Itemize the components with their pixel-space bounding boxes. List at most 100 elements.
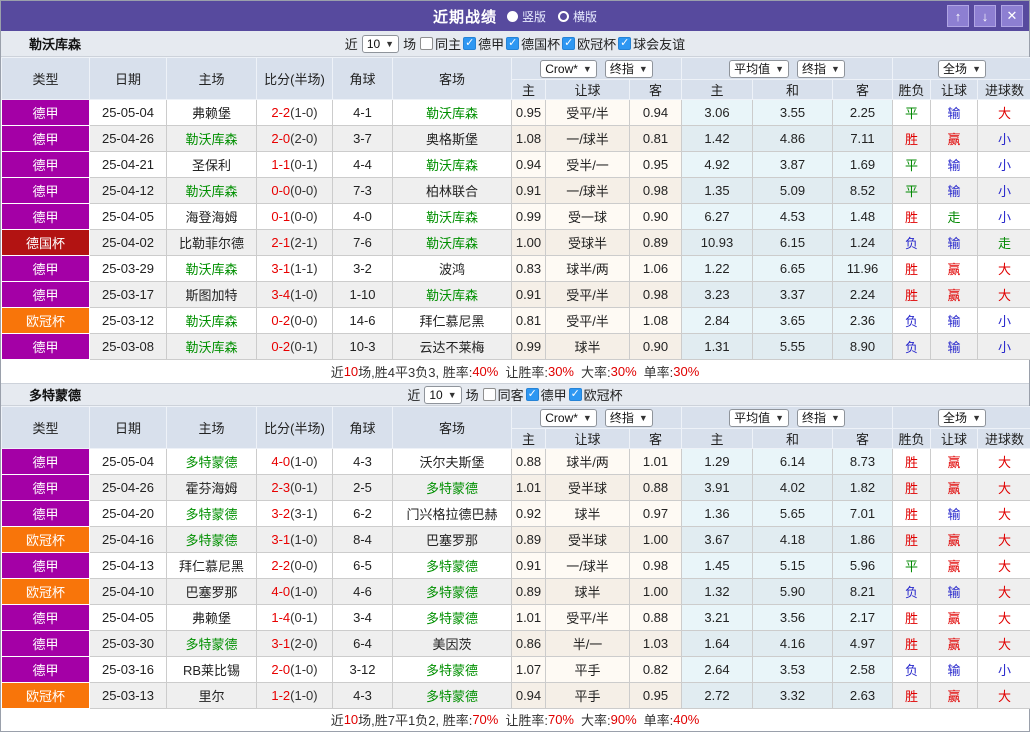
avg-draw-odds: 6.15 (752, 229, 833, 256)
avg-home-odds: 10.93 (681, 229, 753, 256)
bookmaker-select[interactable]: Crow* ▼ (540, 59, 597, 78)
result-goals: 大 (977, 604, 1030, 631)
competition-badge: 德甲 (1, 604, 90, 631)
avg-draw-odds: 3.87 (752, 151, 833, 178)
halftime-score: (0-1) (290, 157, 318, 172)
crow-handicap: 球半/两 (545, 448, 630, 475)
home-team: 勒沃库森 (166, 255, 257, 282)
scope-select[interactable]: 全场 ▼ (938, 59, 986, 78)
average-select[interactable]: 平均值 ▼ (729, 59, 789, 78)
match-date: 25-04-20 (89, 500, 167, 527)
filter-checkbox[interactable]: 德国杯 (506, 34, 560, 53)
filter-checkbox[interactable]: 欧冠杯 (562, 34, 616, 53)
match-date: 25-03-13 (89, 682, 167, 709)
avg-away-odds: 7.11 (831, 125, 894, 152)
home-team: 勒沃库森 (166, 125, 257, 152)
crow-away-odds: 1.08 (629, 307, 682, 334)
filter-checkbox[interactable]: 欧冠杯 (568, 385, 623, 404)
average-select-value: 平均值 (734, 411, 771, 425)
halftime-score: (0-1) (290, 610, 318, 625)
result-wdl: 平 (892, 99, 932, 126)
match-row: 欧冠杯 25-04-10 巴塞罗那 4-0(1-0) 4-6 多特蒙德 0.89… (1, 578, 1030, 605)
move-up-button[interactable]: ↑ (947, 5, 969, 27)
col-header-away: 客场 (392, 406, 512, 449)
checkbox-icon (562, 36, 576, 50)
filter-checkbox[interactable]: 同主 (420, 34, 461, 53)
move-down-button[interactable]: ↓ (974, 5, 996, 27)
match-date: 25-03-16 (89, 656, 167, 683)
odds-stage-select[interactable]: 终指 ▼ (604, 408, 653, 427)
titlebar-center: 近期战绩 竖版 横版 (1, 6, 1029, 27)
close-button[interactable]: ✕ (1001, 5, 1023, 27)
competition-badge: 欧冠杯 (1, 307, 90, 334)
match-row: 德甲 25-05-04 多特蒙德 4-0(1-0) 4-3 沃尔夫斯堡 0.88… (1, 448, 1030, 475)
away-team: 巴塞罗那 (392, 526, 512, 553)
result-wdl: 胜 (892, 203, 932, 230)
score-cell: 4-0(1-0) (256, 578, 333, 605)
col-header-crow-home: 主 (511, 79, 546, 100)
chevron-down-icon: ▼ (638, 412, 648, 423)
summary-leverkusen: 近 10 场,胜4平3负3, 胜率: 40% 让胜率: 30% 大率: 30% 单率: 30% (1, 360, 1029, 384)
single-rate: 40% (673, 711, 700, 727)
bookmaker-select[interactable]: Crow* ▼ (540, 408, 597, 427)
match-row: 德甲 25-04-05 弗赖堡 1-4(0-1) 3-4 多特蒙德 1.01 受… (1, 604, 1030, 631)
crow-home-odds: 0.94 (511, 682, 546, 709)
checkbox-icon (568, 387, 582, 401)
filter-checkbox[interactable]: 德甲 (463, 34, 504, 53)
away-team: 门兴格拉德巴赫 (392, 500, 512, 527)
away-team: 勒沃库森 (392, 229, 512, 256)
match-date: 25-04-16 (89, 526, 167, 553)
average-select[interactable]: 平均值 ▼ (729, 408, 789, 427)
filter-checkbox[interactable]: 球会友谊 (618, 34, 685, 53)
corner-cell: 3-2 (332, 255, 393, 282)
scope-select[interactable]: 全场 ▼ (938, 408, 986, 427)
avg-home-odds: 4.92 (681, 151, 753, 178)
filter-checkbox[interactable]: 同客 (482, 385, 524, 404)
checkbox-icon (482, 388, 496, 401)
score-cell: 2-2(0-0) (256, 552, 333, 579)
average-header-cell: 平均值 ▼ 终指 ▼ (680, 57, 894, 80)
crow-home-odds: 0.89 (511, 526, 546, 553)
checkbox-label: 德国杯 (521, 37, 561, 52)
average-stage-select[interactable]: 终指 ▼ (797, 408, 845, 427)
competition-badge: 德甲 (1, 656, 90, 683)
crow-away-odds: 0.82 (629, 656, 682, 683)
avg-home-odds: 3.23 (681, 281, 753, 308)
radio-vertical-layout[interactable]: 竖版 (506, 8, 546, 25)
matches-table-body: 德甲 25-05-04 弗赖堡 2-2(1-0) 4-1 勒沃库森 0.95 受… (1, 99, 1030, 360)
odds-stage-select[interactable]: 终指 ▼ (604, 59, 653, 78)
match-count-select[interactable]: 10 ▼ (424, 385, 462, 404)
match-date: 25-03-30 (89, 630, 167, 657)
match-date: 25-04-26 (89, 474, 167, 501)
result-wdl: 负 (892, 578, 932, 605)
crow-away-odds: 0.90 (629, 333, 682, 360)
result-handicap: 输 (930, 333, 979, 360)
result-wdl: 负 (892, 307, 932, 334)
result-handicap: 赢 (930, 630, 979, 657)
match-count-select[interactable]: 10 ▼ (361, 34, 400, 53)
window-title: 近期战绩 (432, 8, 497, 26)
avg-away-odds: 1.48 (831, 203, 894, 230)
avg-home-odds: 6.27 (681, 203, 753, 230)
checkbox-label: 球会友谊 (633, 37, 686, 52)
result-goals: 走 (977, 229, 1030, 256)
score-cell: 0-1(0-0) (256, 203, 333, 230)
halftime-score: (1-1) (290, 261, 318, 276)
filter-checkbox[interactable]: 德甲 (525, 385, 567, 404)
crow-handicap: 受半球 (545, 474, 630, 501)
away-team: 奥格斯堡 (392, 125, 512, 152)
result-goals: 大 (977, 526, 1030, 553)
bookmaker-header-cell: Crow* ▼ 终指 ▼ (511, 57, 682, 80)
corner-cell: 6-5 (332, 552, 393, 579)
avg-draw-odds: 4.53 (752, 203, 833, 230)
avg-draw-odds: 6.14 (752, 448, 833, 475)
near-label: 近 (344, 37, 358, 52)
fulltime-score: 3-2 (271, 506, 291, 521)
avg-away-odds: 11.96 (831, 255, 894, 282)
away-team: 勒沃库森 (392, 99, 512, 126)
summary-record: 场,胜4平3负3, 胜率: (358, 365, 473, 380)
average-stage-select[interactable]: 终指 ▼ (797, 59, 845, 78)
crow-handicap: 半/一 (545, 630, 630, 657)
radio-horizontal-layout[interactable]: 横版 (558, 8, 597, 25)
big-rate: 30% (610, 364, 637, 379)
